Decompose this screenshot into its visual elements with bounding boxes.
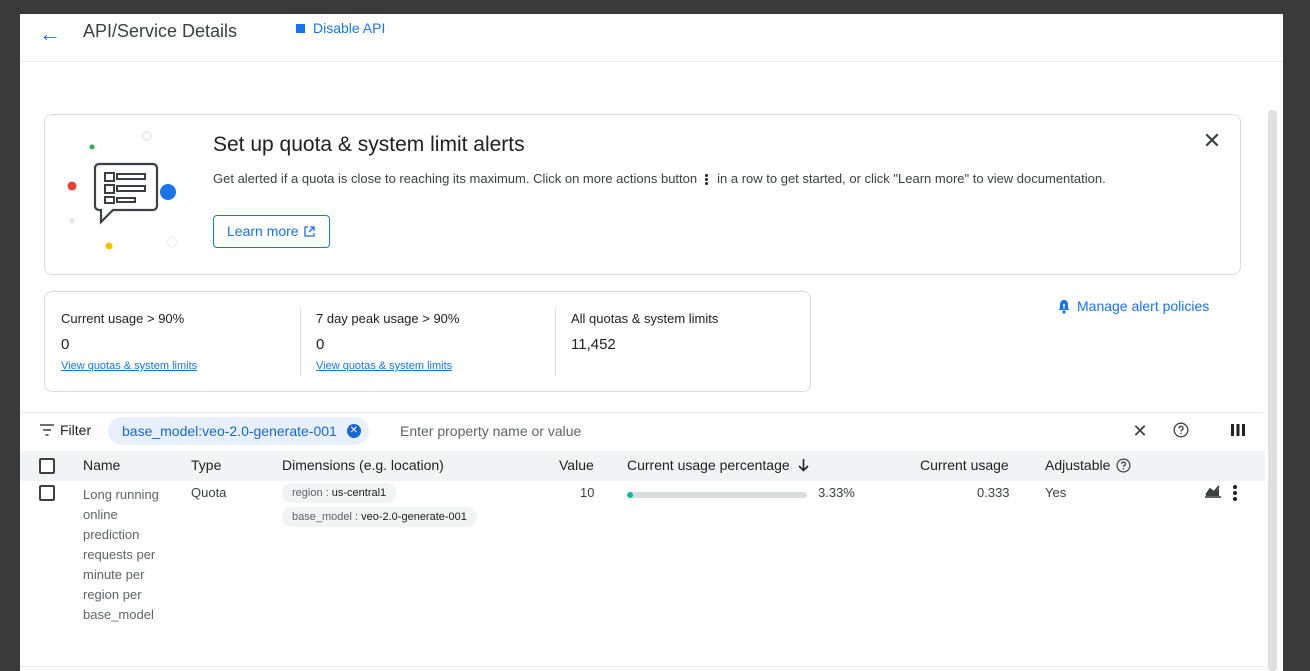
chart-icon[interactable] — [1204, 483, 1222, 502]
column-adjustable[interactable]: Adjustable — [1045, 457, 1131, 473]
column-value[interactable]: Value — [559, 457, 594, 473]
stat-current-usage: Current usage > 90% 0 View quotas & syst… — [45, 292, 300, 391]
adjustable-value: Yes — [1045, 485, 1067, 500]
columns-icon[interactable] — [1226, 419, 1250, 443]
usage-progress-bar — [627, 492, 807, 498]
table-row[interactable]: Long running online prediction requests … — [20, 481, 1265, 671]
stat-label: 7 day peak usage > 90% — [316, 311, 460, 326]
stat-value: 0 — [61, 336, 70, 353]
filter-button[interactable]: Filter — [40, 422, 91, 438]
banner-description-part2: in a row to get started, or click "Learn… — [717, 171, 1106, 186]
dimension-value: veo-2.0-generate-001 — [361, 511, 467, 523]
dimension-key: base_model — [292, 511, 352, 523]
scrollbar-track[interactable] — [1268, 110, 1277, 671]
view-quotas-link[interactable]: View quotas & system limits — [316, 360, 452, 372]
column-dimensions[interactable]: Dimensions (e.g. location) — [282, 457, 444, 473]
alerts-banner: Set up quota & system limit alerts Get a… — [44, 114, 1241, 275]
page-title: API/Service Details — [83, 21, 238, 41]
manage-alert-policies-label: Manage alert policies — [1077, 298, 1210, 314]
bell-icon — [1058, 299, 1070, 314]
clear-filter-icon[interactable]: ✕ — [1128, 419, 1152, 443]
column-usage-percentage[interactable]: Current usage percentage — [627, 457, 809, 473]
stat-label: Current usage > 90% — [61, 311, 185, 326]
learn-more-button[interactable]: Learn more — [213, 215, 330, 248]
page: ← API/Service Details Disable API Set up… — [20, 14, 1283, 671]
column-current-usage[interactable]: Current usage — [920, 457, 1009, 473]
dimension-chip: base_model : veo-2.0-generate-001 — [282, 507, 477, 527]
column-usage-percentage-label: Current usage percentage — [627, 457, 790, 473]
disable-api-button[interactable]: Disable API — [296, 20, 385, 36]
filter-bar: Filter base_model:veo-2.0-generate-001 ✕… — [20, 412, 1263, 448]
stat-peak-usage: 7 day peak usage > 90% 0 View quotas & s… — [300, 292, 555, 391]
banner-description-part1: Get alerted if a quota is close to reach… — [213, 171, 698, 186]
disable-api-label: Disable API — [313, 20, 386, 36]
column-adjustable-label: Adjustable — [1045, 457, 1111, 473]
stop-icon — [296, 23, 305, 33]
view-quotas-link[interactable]: View quotas & system limits — [61, 360, 197, 372]
dimension-key: region — [292, 487, 323, 499]
quota-name: Long running online prediction requests … — [83, 487, 159, 622]
dimension-chip: region : us-central1 — [282, 483, 397, 503]
arrow-down-icon — [798, 458, 809, 472]
stat-value: 11,452 — [571, 336, 616, 353]
dimension-value: us-central1 — [331, 487, 387, 499]
banner-description: Get alerted if a quota is close to reach… — [213, 171, 1106, 186]
current-usage: 0.333 — [977, 485, 1010, 500]
more-vert-icon[interactable] — [1232, 484, 1238, 505]
divider — [20, 666, 1265, 667]
quota-stats-card: Current usage > 90% 0 View quotas & syst… — [44, 291, 811, 392]
learn-more-label: Learn more — [227, 223, 299, 239]
chat-illustration-icon — [67, 131, 178, 250]
usage-percentage: 3.33% — [818, 485, 855, 500]
filter-icon — [40, 424, 54, 436]
filter-label: Filter — [60, 422, 92, 438]
chip-remove-icon[interactable]: ✕ — [346, 424, 361, 438]
banner-title: Set up quota & system limit alerts — [213, 133, 525, 156]
stat-label: All quotas & system limits — [571, 311, 719, 326]
stat-value: 0 — [316, 336, 325, 353]
filter-chip[interactable]: base_model:veo-2.0-generate-001 ✕ — [108, 417, 369, 445]
manage-alert-policies-link[interactable]: Manage alert policies — [1057, 298, 1209, 314]
quota-value: 10 — [580, 485, 595, 500]
quota-type: Quota — [191, 485, 227, 500]
table-header: Name Type Dimensions (e.g. location) Val… — [20, 451, 1265, 481]
filter-chip-label: base_model:veo-2.0-generate-001 — [122, 423, 337, 439]
column-type[interactable]: Type — [191, 457, 221, 473]
row-checkbox[interactable] — [39, 485, 55, 501]
column-name[interactable]: Name — [83, 457, 120, 473]
help-icon[interactable] — [1169, 419, 1193, 443]
external-link-icon — [304, 226, 316, 237]
filter-input[interactable] — [400, 419, 960, 443]
top-bar: ← API/Service Details Disable API — [20, 14, 1283, 62]
back-arrow-icon[interactable]: ← — [36, 20, 64, 48]
help-icon[interactable] — [1116, 458, 1131, 473]
stat-all-quotas: All quotas & system limits 11,452 — [555, 292, 810, 391]
select-all-checkbox[interactable] — [39, 458, 55, 474]
more-vert-icon — [705, 173, 709, 186]
close-icon[interactable]: ✕ — [1200, 129, 1224, 153]
usage-progress-fill — [627, 492, 633, 498]
